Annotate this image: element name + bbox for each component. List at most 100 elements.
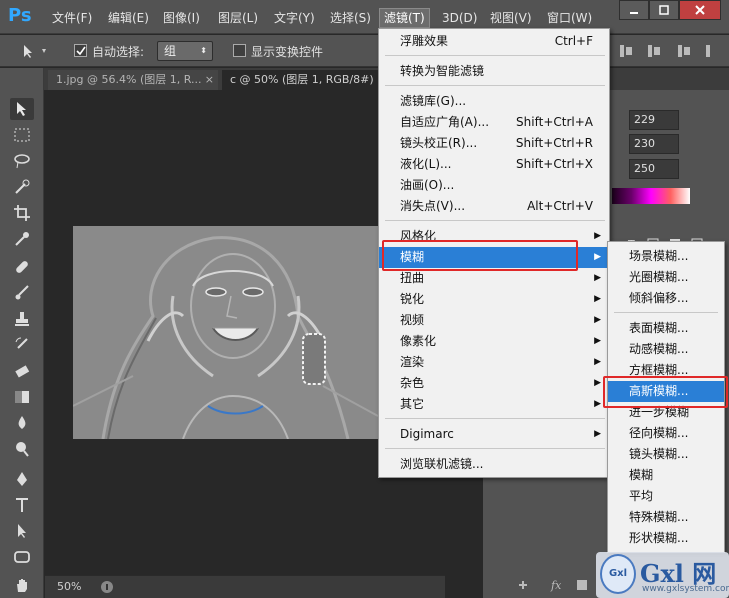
maximize-button[interactable] <box>649 0 679 20</box>
menu-type[interactable]: 文字(Y) <box>270 9 319 27</box>
menu-item-sharpen[interactable]: 锐化 ▶ <box>379 289 609 310</box>
brush-tool[interactable] <box>10 282 34 304</box>
auto-select-value: 组 <box>164 44 177 58</box>
menu-item-label: 扭曲 <box>400 271 425 285</box>
tools-panel <box>0 68 44 598</box>
submenu-item-average[interactable]: 平均 <box>608 486 724 507</box>
menu-filter[interactable]: 滤镜(T) <box>379 8 430 28</box>
embossed-photo[interactable] <box>73 226 378 439</box>
menu-item-distort[interactable]: 扭曲 ▶ <box>379 268 609 289</box>
submenu-item-tilt-shift[interactable]: 倾斜偏移... <box>608 288 724 309</box>
move-tool[interactable] <box>10 98 34 120</box>
menu-item-adaptive-wide-angle[interactable]: 自适应广角(A)... Shift+Ctrl+A <box>379 112 609 133</box>
submenu-item-surface-blur[interactable]: 表面模糊... <box>608 318 724 339</box>
menu-item-vanishing-point[interactable]: 消失点(V)... Alt+Ctrl+V <box>379 196 609 217</box>
quick-select-tool[interactable] <box>10 176 34 198</box>
marquee-tool[interactable] <box>10 124 34 146</box>
lasso-tool[interactable] <box>10 150 34 172</box>
submenu-item-radial-blur[interactable]: 径向模糊... <box>608 423 724 444</box>
path-select-tool[interactable] <box>10 520 34 542</box>
watermark-url: www.gxlsystem.com <box>642 584 729 594</box>
align-icons[interactable] <box>618 43 718 59</box>
menu-shortcut: Shift+Ctrl+R <box>515 136 593 150</box>
highlight-box-blur <box>382 240 578 271</box>
dodge-icon <box>16 442 29 457</box>
dodge-tool[interactable] <box>10 438 34 460</box>
menu-window[interactable]: 窗口(W) <box>543 9 596 27</box>
move-tool-icon[interactable] <box>20 43 50 59</box>
menu-item-label: 浏览联机滤镜... <box>400 457 484 471</box>
menu-shortcut: Alt+Ctrl+V <box>527 199 593 213</box>
menu-view[interactable]: 视图(V) <box>486 9 536 27</box>
show-transform-checkbox[interactable] <box>233 44 246 57</box>
submenu-arrow-icon: ▶ <box>594 378 601 388</box>
menu-item-smart-filter[interactable]: 转换为智能滤镜 <box>379 61 609 82</box>
submenu-arrow-icon: ▶ <box>594 294 601 304</box>
menu-file[interactable]: 文件(F) <box>48 9 96 27</box>
type-tool[interactable] <box>10 494 34 516</box>
menu-separator <box>385 448 605 449</box>
pen-tool[interactable] <box>10 468 34 490</box>
menu-item-noise[interactable]: 杂色 ▶ <box>379 373 609 394</box>
embossed-portrait-image <box>73 226 378 439</box>
eraser-tool[interactable] <box>10 360 34 382</box>
submenu-item-shape-blur[interactable]: 形状模糊... <box>608 528 724 549</box>
submenu-item-lens-blur[interactable]: 镜头模糊... <box>608 444 724 465</box>
menu-item-label: 镜头校正(R)... <box>400 136 478 150</box>
stamp-tool[interactable] <box>10 308 34 330</box>
close-button[interactable] <box>679 0 721 20</box>
menu-item-oil-paint[interactable]: 油画(O)... <box>379 175 609 196</box>
menu-item-render[interactable]: 渲染 ▶ <box>379 352 609 373</box>
checkmark-icon <box>76 46 86 56</box>
menu-select[interactable]: 选择(S) <box>326 9 375 27</box>
submenu-item-blur[interactable]: 模糊 <box>608 465 724 486</box>
gradient-tool[interactable] <box>10 386 34 408</box>
shape-tool[interactable] <box>10 546 34 568</box>
auto-select-dropdown[interactable]: 组 ⬍ <box>157 41 213 61</box>
menu-item-emboss[interactable]: 浮雕效果 Ctrl+F <box>379 31 609 52</box>
menu-shortcut: Ctrl+F <box>554 34 593 48</box>
crop-tool[interactable] <box>10 202 34 224</box>
color-value-r[interactable]: 229 <box>629 110 679 130</box>
menu-item-digimarc[interactable]: Digimarc ▶ <box>379 424 609 445</box>
color-value-b[interactable]: 250 <box>629 159 679 179</box>
menu-shortcut: Shift+Ctrl+A <box>516 115 593 129</box>
watermark: Gxl Gxl 网 www.gxlsystem.com <box>596 552 729 598</box>
layer-bottom-icons[interactable]: fx <box>515 577 595 593</box>
eyedropper-tool[interactable] <box>10 228 34 250</box>
menu-item-liquify[interactable]: 液化(L)... Shift+Ctrl+X <box>379 154 609 175</box>
zoom-level[interactable]: 50% <box>57 580 81 593</box>
tab-close-icon[interactable]: × <box>205 70 214 90</box>
menu-separator <box>385 85 605 86</box>
menu-edit[interactable]: 编辑(E) <box>104 9 153 27</box>
submenu-item-motion-blur[interactable]: 动感模糊... <box>608 339 724 360</box>
menu-layer[interactable]: 图层(L) <box>214 9 262 27</box>
tab-document-1[interactable]: 1.jpg @ 56.4% (图层 1, R... × <box>48 70 218 90</box>
menu-item-label: 滤镜库(G)... <box>400 94 467 108</box>
submenu-item-iris-blur[interactable]: 光圈模糊... <box>608 267 724 288</box>
auto-select-checkbox[interactable] <box>74 44 87 57</box>
menu-item-pixelate[interactable]: 像素化 ▶ <box>379 331 609 352</box>
menu-item-filter-gallery[interactable]: 滤镜库(G)... <box>379 91 609 112</box>
submenu-item-field-blur[interactable]: 场景模糊... <box>608 246 724 267</box>
submenu-item-smart-blur[interactable]: 特殊模糊... <box>608 507 724 528</box>
healing-tool[interactable] <box>10 256 34 278</box>
menu-separator <box>614 312 718 313</box>
color-ramp[interactable] <box>612 188 690 204</box>
auto-select-label: 自动选择: <box>92 45 145 59</box>
menu-image[interactable]: 图像(I) <box>159 9 204 27</box>
hand-tool[interactable] <box>10 574 34 596</box>
menu-3d[interactable]: 3D(D) <box>438 9 481 27</box>
menu-item-other[interactable]: 其它 ▶ <box>379 394 609 415</box>
history-brush-tool[interactable] <box>10 334 34 356</box>
color-value-g[interactable]: 230 <box>629 134 679 154</box>
blur-tool[interactable] <box>10 412 34 434</box>
menu-item-browse-online[interactable]: 浏览联机滤镜... <box>379 454 609 475</box>
minimize-button[interactable] <box>619 0 649 20</box>
bandage-icon <box>16 261 28 273</box>
move-icon <box>17 102 26 116</box>
menu-item-video[interactable]: 视频 ▶ <box>379 310 609 331</box>
menu-item-label: 渲染 <box>400 355 425 369</box>
menu-item-lens-correction[interactable]: 镜头校正(R)... Shift+Ctrl+R <box>379 133 609 154</box>
info-icon[interactable] <box>100 580 114 594</box>
